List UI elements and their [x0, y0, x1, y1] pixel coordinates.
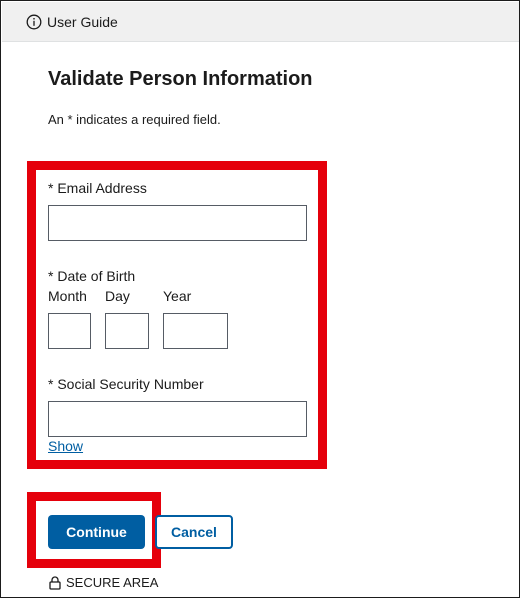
required-field-hint: An * indicates a required field.: [48, 112, 221, 127]
header-bar: User Guide: [2, 2, 519, 42]
email-field[interactable]: [48, 205, 307, 241]
cancel-button[interactable]: Cancel: [155, 515, 233, 549]
lock-icon: [49, 575, 61, 590]
ssn-label: * Social Security Number: [48, 376, 204, 392]
ssn-field[interactable]: [48, 401, 307, 437]
dob-year-label: Year: [163, 288, 192, 304]
email-label: * Email Address: [48, 180, 147, 196]
secure-area: SECURE AREA: [48, 575, 158, 590]
page-frame: User Guide Validate Person Information A…: [0, 0, 520, 598]
continue-button[interactable]: Continue: [48, 515, 145, 549]
dob-month-label: Month: [48, 288, 87, 304]
dob-label: * Date of Birth: [48, 268, 136, 284]
user-guide-label: User Guide: [47, 13, 118, 30]
page-title: Validate Person Information: [48, 68, 313, 90]
secure-area-label: SECURE AREA: [66, 575, 159, 590]
dob-day-label: Day: [105, 288, 130, 304]
dob-month-field[interactable]: [48, 313, 91, 349]
show-ssn-link[interactable]: Show: [48, 438, 83, 454]
info-icon: [26, 14, 42, 29]
dob-year-field[interactable]: [163, 313, 228, 349]
dob-day-field[interactable]: [105, 313, 149, 349]
user-guide-link[interactable]: User Guide: [26, 14, 118, 30]
